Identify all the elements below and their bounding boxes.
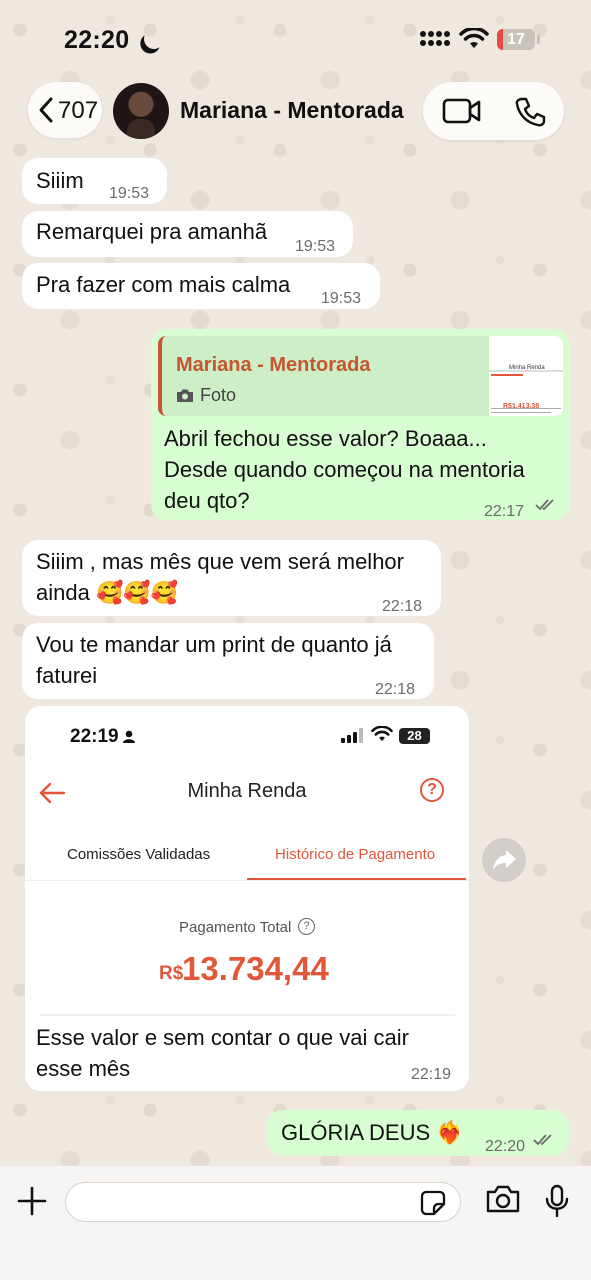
caption-line: esse mês	[36, 1056, 131, 1081]
plus-icon[interactable]	[16, 1185, 48, 1217]
thumb-divider	[489, 370, 563, 372]
status-bar: 22:20 17	[0, 0, 591, 80]
reply-thumbnail: Minha Renda R$1.413,38	[489, 336, 563, 416]
currency-symbol: R$	[159, 963, 184, 984]
help-icon: ?	[420, 778, 444, 802]
outgoing-message[interactable]: GLÓRIA DEUS ❤️‍🔥 22:20	[267, 1110, 569, 1156]
call-actions	[423, 82, 564, 140]
moon-icon	[141, 26, 167, 52]
forward-button[interactable]	[482, 838, 526, 882]
info-icon: ?	[298, 918, 315, 935]
incoming-message[interactable]: Siiim , mas mês que vem será melhor aind…	[22, 540, 441, 616]
tab-divider	[25, 880, 469, 881]
quoted-reply[interactable]: Mariana - Mentorada Foto Minha Renda R$1…	[158, 336, 563, 416]
back-chevron-icon	[39, 97, 53, 123]
outgoing-message[interactable]: Mariana - Mentorada Foto Minha Renda R$1…	[151, 329, 570, 520]
message-text: Vou te mandar um print de quanto já fatu…	[36, 629, 392, 691]
active-tab-indicator	[247, 878, 466, 880]
incoming-message[interactable]: Pra fazer com mais calma 19:53	[22, 263, 380, 309]
person-icon	[123, 730, 135, 743]
message-text: Siiim	[36, 168, 84, 193]
message-line: Abril fechou esse valor? Boaaa...	[164, 426, 487, 451]
message-time: 19:53	[109, 185, 150, 202]
message-line: Desde quando começou na mentoria	[164, 457, 525, 482]
incoming-message[interactable]: Remarquei pra amanhã 19:53	[22, 211, 353, 257]
tab-historico: Histórico de Pagamento	[275, 846, 436, 863]
message-time: 22:19	[411, 1066, 452, 1083]
message-time: 22:18	[375, 681, 416, 698]
message-time: 22:17	[484, 503, 525, 520]
message-time: 22:20	[485, 1138, 526, 1155]
image-caption: Esse valor e sem contar o que vai cair e…	[36, 1022, 466, 1084]
message-line: Vou te mandar um print de quanto já	[36, 632, 392, 657]
unread-count: 707	[58, 97, 99, 124]
back-button[interactable]: 707	[28, 82, 102, 138]
microphone-icon[interactable]	[544, 1184, 570, 1218]
wifi-icon	[459, 28, 489, 48]
image-message[interactable]: 22:19 28 Minha Renda ? Comissões Validad…	[25, 706, 469, 1091]
message-text: Remarquei pra amanhã	[36, 219, 268, 244]
message-input[interactable]	[65, 1182, 461, 1222]
total-amount: 13.734,44	[182, 950, 329, 987]
status-time: 22:20	[64, 26, 130, 54]
composer-bar	[0, 1166, 591, 1280]
message-time: 22:18	[382, 598, 423, 615]
tab-comissoes: Comissões Validadas	[67, 846, 211, 863]
incoming-message[interactable]: Vou te mandar um print de quanto já fatu…	[22, 623, 434, 699]
message-line: deu qto?	[164, 488, 250, 513]
caption-line: Esse valor e sem contar o que vai cair	[36, 1025, 409, 1050]
message-time: 19:53	[321, 290, 362, 307]
cellular-signal-icon	[341, 728, 363, 743]
contact-name[interactable]: Mariana - Mentorada	[180, 97, 404, 124]
battery-cap	[537, 35, 540, 44]
battery-icon: 17	[497, 29, 535, 50]
avatar[interactable]	[113, 83, 169, 139]
forward-icon	[493, 850, 516, 870]
cellular-signal-icon	[420, 31, 450, 46]
battery-percent: 28	[407, 728, 422, 743]
message-text: Pra fazer com mais calma	[36, 272, 291, 297]
battery-percent: 17	[507, 31, 525, 48]
incoming-message[interactable]: Siiim 19:53	[22, 158, 167, 204]
message-time: 19:53	[295, 238, 336, 255]
message-line: ainda 🥰🥰🥰	[36, 580, 179, 605]
sticker-icon[interactable]	[420, 1190, 446, 1216]
phone-icon[interactable]	[514, 96, 546, 128]
double-check-icon	[535, 499, 554, 511]
thumb-tab-underline	[491, 374, 523, 376]
total-label: Pagamento Total	[179, 919, 292, 936]
thumb-text-line	[491, 408, 561, 409]
battery-icon: 28	[399, 728, 430, 744]
thumb-text-line	[491, 412, 551, 413]
message-text: GLÓRIA DEUS ❤️‍🔥	[281, 1120, 464, 1145]
thumb-title: Minha Renda	[509, 365, 545, 371]
message-line: faturei	[36, 663, 98, 688]
reply-author: Mariana - Mentorada	[176, 354, 371, 376]
wifi-icon	[371, 726, 393, 742]
double-check-icon	[533, 1134, 552, 1146]
camera-icon	[177, 389, 193, 402]
message-text: Siiim , mas mês que vem será melhor aind…	[36, 546, 404, 608]
message-text: Abril fechou esse valor? Boaaa... Desde …	[164, 423, 525, 516]
shot-status-time: 22:19	[70, 726, 119, 747]
video-call-icon[interactable]	[442, 98, 482, 124]
shot-title: Minha Renda	[187, 780, 307, 802]
camera-icon[interactable]	[486, 1185, 520, 1213]
message-line: Siiim , mas mês que vem será melhor	[36, 549, 404, 574]
reply-type: Foto	[176, 380, 236, 411]
image-bottom-edge	[39, 1014, 455, 1016]
